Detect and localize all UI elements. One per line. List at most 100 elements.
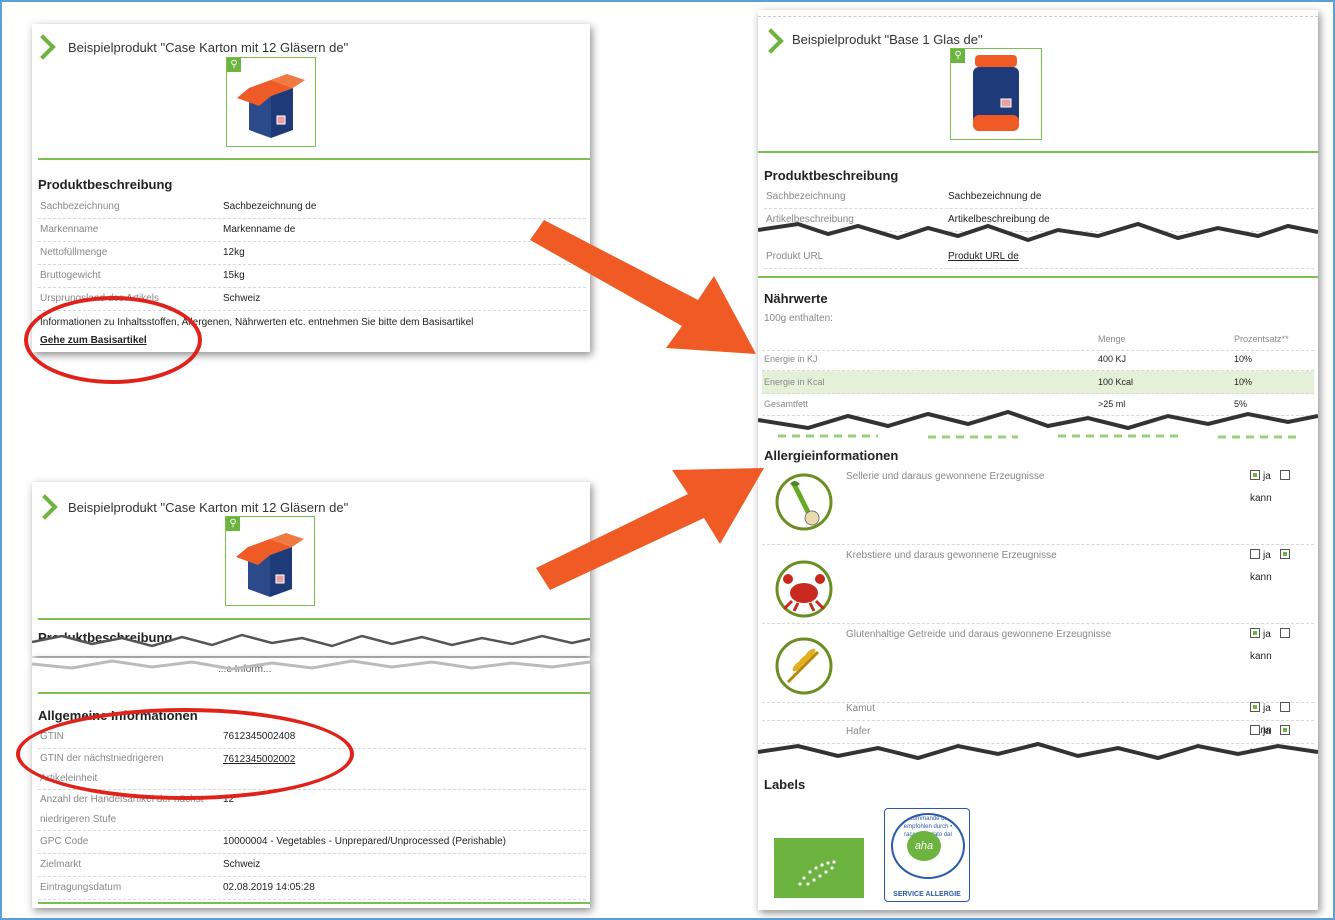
section-divider xyxy=(38,692,590,694)
chevron-right-icon xyxy=(32,494,58,520)
row-label: Markenname xyxy=(40,224,99,235)
nutr-pct: 10% xyxy=(1234,377,1253,387)
table-row: Eintragungsdatum 02.08.2019 14:05:28 xyxy=(38,877,586,900)
section-title: Produktbeschreibung xyxy=(764,168,899,183)
section-divider xyxy=(758,276,1318,278)
product-thumbnail[interactable]: ⚲ xyxy=(225,516,315,606)
row-value: Sachbezeichnung de xyxy=(223,201,317,212)
table-row: Bruttogewicht 15kg xyxy=(38,265,586,288)
allergy-row: Krebstiere und daraus gewonnene Erzeugni… xyxy=(762,545,1314,624)
table-row: Zielmarkt Schweiz xyxy=(38,854,586,877)
highlight-ellipse-link xyxy=(24,296,202,384)
row-label: Sachbezeichnung xyxy=(40,201,120,212)
section-title: Nährwerte xyxy=(764,291,828,306)
product-thumbnail[interactable]: ⚲ xyxy=(226,57,316,147)
nutr-pct: 10% xyxy=(1234,354,1253,364)
product-thumbnail[interactable]: ⚲ xyxy=(950,48,1042,140)
kann-checkbox[interactable] xyxy=(1279,702,1290,712)
nutrition-row: Energie in Kcal 100 Kcal 10% xyxy=(762,371,1314,394)
kann-label: kann xyxy=(1250,572,1272,583)
table-row: Sachbezeichnung Sachbezeichnung de xyxy=(764,186,1314,209)
allergen-choice[interactable]: ja kann xyxy=(1250,466,1314,510)
allergy-row: Glutenhaltige Getreide und daraus gewonn… xyxy=(762,624,1314,703)
kann-checkbox[interactable] xyxy=(1279,549,1290,559)
ja-label: ja xyxy=(1263,703,1271,714)
wheat-icon xyxy=(775,637,833,695)
section-divider xyxy=(38,158,590,160)
nutr-menge: 400 KJ xyxy=(1098,354,1127,364)
kann-label: kann xyxy=(1250,493,1272,504)
allergen-name: Sellerie und daraus gewonnene Erzeugniss… xyxy=(846,471,1045,482)
ja-checkbox[interactable] xyxy=(1250,702,1260,712)
ja-label: ja xyxy=(1263,471,1271,482)
kann-label: kann xyxy=(1250,651,1272,662)
eu-organic-logo xyxy=(774,838,864,898)
row-label: Nettofüllmenge xyxy=(40,247,108,258)
product-title: Beispielprodukt "Case Karton mit 12 Gläs… xyxy=(68,40,349,55)
row-label: GPC Code xyxy=(40,836,89,847)
celery-icon xyxy=(775,473,833,531)
product-title: Beispielprodukt "Case Karton mit 12 Gläs… xyxy=(68,500,349,515)
row-label: Sachbezeichnung xyxy=(766,191,846,202)
allergen-choice[interactable]: ja kann xyxy=(1250,624,1314,668)
nutrition-row: Energie in KJ 400 KJ 10% xyxy=(762,348,1314,371)
crab-icon xyxy=(775,560,833,618)
row-label: Zielmarkt xyxy=(40,859,82,870)
row-value: 12kg xyxy=(223,247,245,258)
ja-checkbox[interactable] xyxy=(1250,725,1260,735)
row-label: Bruttogewicht xyxy=(40,270,101,281)
section-divider xyxy=(758,151,1318,153)
aha-allergy-logo: recommandé da • empfohlen durch • raccom… xyxy=(884,808,970,902)
table-row: Sachbezeichnung Sachbezeichnung de xyxy=(38,196,586,219)
torn-edge xyxy=(758,221,1318,250)
row-label: Eintragungsdatum xyxy=(40,882,122,893)
table-row: Nettofüllmenge 12kg xyxy=(38,242,586,265)
ja-checkbox[interactable] xyxy=(1250,549,1260,559)
col-menge: Menge xyxy=(1098,334,1126,344)
aha-badge: aha xyxy=(907,831,941,861)
arrow-right-down-icon xyxy=(530,220,756,354)
row-label: Produkt URL xyxy=(766,251,824,262)
ja-label: ja xyxy=(1263,629,1271,640)
sub-allergy-row: Kamut ja kann xyxy=(762,698,1314,736)
torn-edge xyxy=(32,633,590,656)
section-title: Labels xyxy=(764,777,806,792)
row-value: 10000004 - Vegetables - Unprepared/Unpro… xyxy=(223,836,506,847)
section-title: Produktbeschreibung xyxy=(38,177,173,192)
kann-checkbox[interactable] xyxy=(1279,725,1290,735)
nutr-menge: 100 Kcal xyxy=(1098,377,1134,387)
table-row: Markenname Markenname de xyxy=(38,219,586,242)
chevron-right-icon xyxy=(32,34,56,60)
row-value: 02.08.2019 14:05:28 xyxy=(223,882,315,893)
allergen-choice[interactable]: ja kann xyxy=(1250,545,1314,589)
torn-edge xyxy=(32,659,590,671)
zoom-icon[interactable]: ⚲ xyxy=(226,517,240,531)
ja-checkbox[interactable] xyxy=(1250,470,1260,480)
product-card-case-bottom: Beispielprodukt "Case Karton mit 12 Gläs… xyxy=(32,482,590,656)
ja-checkbox[interactable] xyxy=(1250,628,1260,638)
kann-checkbox[interactable] xyxy=(1279,470,1290,480)
section-title: Allergieinformationen xyxy=(764,448,899,463)
zoom-icon[interactable]: ⚲ xyxy=(951,49,965,63)
allergen-name: Krebstiere und daraus gewonnene Erzeugni… xyxy=(846,550,1057,561)
section-divider xyxy=(38,902,590,904)
row-value: Schweiz xyxy=(223,293,261,304)
product-title: Beispielprodukt "Base 1 Glas de" xyxy=(792,32,983,47)
col-prozentsatz: Prozentsatz** xyxy=(1234,334,1289,344)
kann-checkbox[interactable] xyxy=(1279,628,1290,638)
row-value: Sachbezeichnung de xyxy=(948,191,1042,202)
nutrition-subtitle: 100g enthalten: xyxy=(764,313,833,324)
chevron-right-icon xyxy=(758,28,784,54)
product-card-base: Beispielprodukt "Base 1 Glas de" ⚲ Produ… xyxy=(758,10,1318,910)
allergen-name: Glutenhaltige Getreide und daraus gewonn… xyxy=(846,629,1112,640)
row-value: 15kg xyxy=(223,270,245,281)
zoom-icon[interactable]: ⚲ xyxy=(227,58,241,72)
product-url-link[interactable]: Produkt URL de xyxy=(948,246,1019,268)
nutr-name: Energie in KJ xyxy=(764,354,818,364)
arrow-right-up-icon xyxy=(536,468,764,590)
aha-caption: SERVICE ALLERGIE xyxy=(893,891,961,898)
nutr-name: Energie in Kcal xyxy=(764,377,825,387)
table-row: Produkt URL Produkt URL de xyxy=(764,246,1314,269)
row-value: Schweiz xyxy=(223,859,261,870)
allergy-row: Sellerie und daraus gewonnene Erzeugniss… xyxy=(762,466,1314,545)
